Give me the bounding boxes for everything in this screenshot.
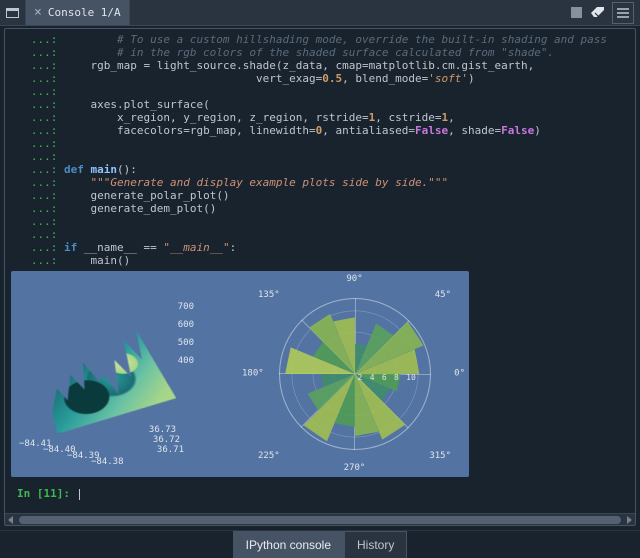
console-output[interactable]: ...: # To use a custom hillshading mode,… bbox=[5, 29, 635, 513]
bottom-tab-bar: IPython console History bbox=[0, 530, 640, 558]
tab-right-controls bbox=[568, 0, 640, 25]
z-tick: 700 bbox=[178, 301, 194, 314]
prompt-label: In [11]: bbox=[17, 487, 77, 500]
stop-button[interactable] bbox=[568, 5, 584, 21]
z-tick: 400 bbox=[178, 355, 194, 368]
ang-label: 225° bbox=[258, 450, 280, 463]
tab-history[interactable]: History bbox=[344, 531, 407, 558]
z-tick: 500 bbox=[178, 337, 194, 350]
ang-label: 315° bbox=[429, 450, 451, 463]
r-tick: 10 bbox=[406, 371, 416, 384]
surface3d-plot: 700 600 500 400 −84.41 −84.40 −84.39 −84… bbox=[11, 271, 240, 477]
options-menu-button[interactable] bbox=[612, 2, 634, 24]
scrollbar-thumb[interactable] bbox=[19, 516, 621, 524]
ang-label: 135° bbox=[258, 289, 280, 302]
r-tick: 4 bbox=[370, 371, 375, 384]
ang-label: 90° bbox=[346, 273, 362, 286]
inline-plot-output: 700 600 500 400 −84.41 −84.40 −84.39 −84… bbox=[11, 271, 469, 477]
console-tab-label: Console 1/A bbox=[48, 6, 121, 19]
r-tick: 8 bbox=[394, 371, 399, 384]
tab-bar: × Console 1/A bbox=[0, 0, 640, 26]
stop-icon bbox=[571, 7, 582, 18]
r-tick: 6 bbox=[382, 371, 387, 384]
polar-plot: 2 4 6 8 10 0° 45° 90° 135° 180° 225° 270… bbox=[240, 271, 469, 477]
browse-tabs-button[interactable] bbox=[0, 0, 26, 25]
tab-ipython-console[interactable]: IPython console bbox=[233, 531, 344, 558]
console-tab[interactable]: × Console 1/A bbox=[26, 0, 130, 25]
horizontal-scrollbar[interactable] bbox=[5, 513, 635, 525]
hamburger-icon bbox=[617, 8, 629, 18]
ang-label: 45° bbox=[435, 289, 451, 302]
surface-blob bbox=[37, 330, 180, 434]
cursor bbox=[79, 489, 80, 500]
console-pane: ...: # To use a custom hillshading mode,… bbox=[4, 28, 636, 526]
eraser-icon bbox=[591, 7, 605, 18]
browse-icon bbox=[6, 7, 19, 18]
ang-label: 270° bbox=[344, 462, 366, 475]
clear-button[interactable] bbox=[590, 5, 606, 21]
y-tick: 36.71 bbox=[157, 444, 184, 457]
close-tab-icon[interactable]: × bbox=[34, 5, 42, 20]
r-tick: 2 bbox=[358, 371, 363, 384]
ang-label: 180° bbox=[242, 368, 264, 381]
input-prompt[interactable]: In [11]: bbox=[11, 483, 629, 506]
ang-label: 0° bbox=[454, 368, 465, 381]
x-tick: −84.38 bbox=[91, 456, 124, 469]
code-listing: ...: # To use a custom hillshading mode,… bbox=[11, 33, 629, 267]
z-tick: 600 bbox=[178, 319, 194, 332]
